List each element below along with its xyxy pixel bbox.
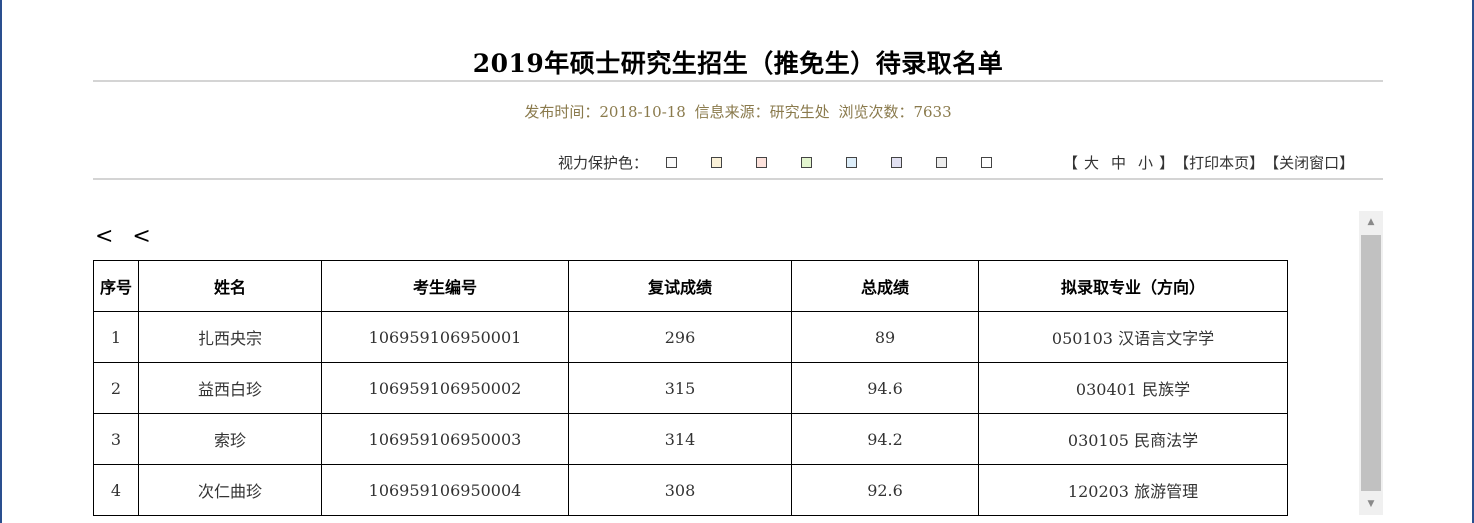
color-swatch-2[interactable]	[711, 156, 723, 168]
cell-candidate-id: 106959106950003	[321, 413, 569, 465]
table-header-row: 序号 姓名 考生编号 复试成绩 总成绩 拟录取专业（方向）	[93, 260, 1288, 312]
color-swatch-4[interactable]	[801, 156, 813, 168]
header-retest-score: 复试成绩	[568, 260, 792, 312]
cell-retest-score: 315	[568, 362, 792, 414]
header-total-score: 总成绩	[791, 260, 979, 312]
cell-name: 扎西央宗	[138, 311, 322, 363]
scroll-down-arrow-icon[interactable]: ▼	[1359, 493, 1383, 515]
header-index: 序号	[93, 260, 139, 312]
page-toolbar: 【 大 中 小 】 【打印本页】 【关闭窗口】	[1063, 150, 1354, 174]
cell-candidate-id: 106959106950001	[321, 311, 569, 363]
color-swatch-5[interactable]	[846, 156, 858, 168]
font-size-close-bracket: 】	[1159, 153, 1175, 172]
font-size-medium-link[interactable]: 中	[1111, 152, 1126, 173]
page-title: 2019年硕士研究生招生（推免生）待录取名单	[472, 49, 1004, 78]
color-swatch-8[interactable]	[981, 156, 993, 168]
cell-name: 益西白珍	[138, 362, 322, 414]
table-row: 1 扎西央宗 106959106950001 296 89 050103 汉语言…	[93, 311, 1288, 363]
font-size-large-link[interactable]: 大	[1084, 152, 1099, 173]
scrollbar-thumb[interactable]	[1361, 235, 1381, 491]
vertical-scrollbar[interactable]: ▲ ▼	[1359, 211, 1383, 515]
cell-total-score: 89	[791, 311, 979, 363]
cell-index: 2	[93, 362, 139, 414]
header-name: 姓名	[138, 260, 322, 312]
header-candidate-id: 考生编号	[321, 260, 569, 312]
scroll-up-arrow-icon[interactable]: ▲	[1359, 211, 1383, 233]
info-source: 信息来源：研究生处	[694, 103, 830, 121]
eye-protection-colors: 视力保护色：	[558, 150, 1026, 174]
cell-retest-score: 314	[568, 413, 792, 465]
color-swatch-6[interactable]	[891, 156, 903, 168]
toolbar-divider	[93, 178, 1383, 180]
table-row: 3 索珍 106959106950003 314 94.2 030105 民商法…	[93, 413, 1288, 465]
color-swatch-1[interactable]	[666, 156, 678, 168]
cell-index: 1	[93, 311, 139, 363]
cell-total-score: 94.2	[791, 413, 979, 465]
color-swatch-7[interactable]	[936, 156, 948, 168]
eye-protection-label: 视力保护色：	[558, 153, 649, 172]
back-link[interactable]: < <	[95, 224, 157, 249]
cell-total-score: 94.6	[791, 362, 979, 414]
print-page-link[interactable]: 【打印本页】	[1174, 152, 1264, 173]
cell-index: 4	[93, 464, 139, 516]
cell-candidate-id: 106959106950002	[321, 362, 569, 414]
cell-candidate-id: 106959106950004	[321, 464, 569, 516]
table-row: 4 次仁曲珍 106959106950004 308 92.6 120203 旅…	[93, 464, 1288, 516]
cell-major: 030401 民族学	[978, 362, 1288, 414]
header-major: 拟录取专业（方向）	[978, 260, 1288, 312]
cell-name: 索珍	[138, 413, 322, 465]
font-size-open-bracket: 【	[1063, 153, 1079, 172]
cell-retest-score: 296	[568, 311, 792, 363]
cell-total-score: 92.6	[791, 464, 979, 516]
close-window-link[interactable]: 【关闭窗口】	[1264, 152, 1354, 173]
publish-time: 发布时间：2018-10-18	[524, 103, 686, 121]
admission-table: 序号 姓名 考生编号 复试成绩 总成绩 拟录取专业（方向） 1 扎西央宗 106…	[93, 260, 1288, 516]
cell-retest-score: 308	[568, 464, 792, 516]
cell-name: 次仁曲珍	[138, 464, 322, 516]
font-size-small-link[interactable]: 小	[1138, 152, 1153, 173]
cell-major: 050103 汉语言文字学	[978, 311, 1288, 363]
title-divider	[93, 80, 1383, 82]
cell-index: 3	[93, 413, 139, 465]
article-meta: 发布时间：2018-10-18 信息来源：研究生处 浏览次数：7633	[93, 101, 1383, 122]
color-swatch-3[interactable]	[756, 156, 768, 168]
view-count: 浏览次数：7633	[838, 103, 952, 121]
cell-major: 030105 民商法学	[978, 413, 1288, 465]
table-row: 2 益西白珍 106959106950002 315 94.6 030401 民…	[93, 362, 1288, 414]
cell-major: 120203 旅游管理	[978, 464, 1288, 516]
